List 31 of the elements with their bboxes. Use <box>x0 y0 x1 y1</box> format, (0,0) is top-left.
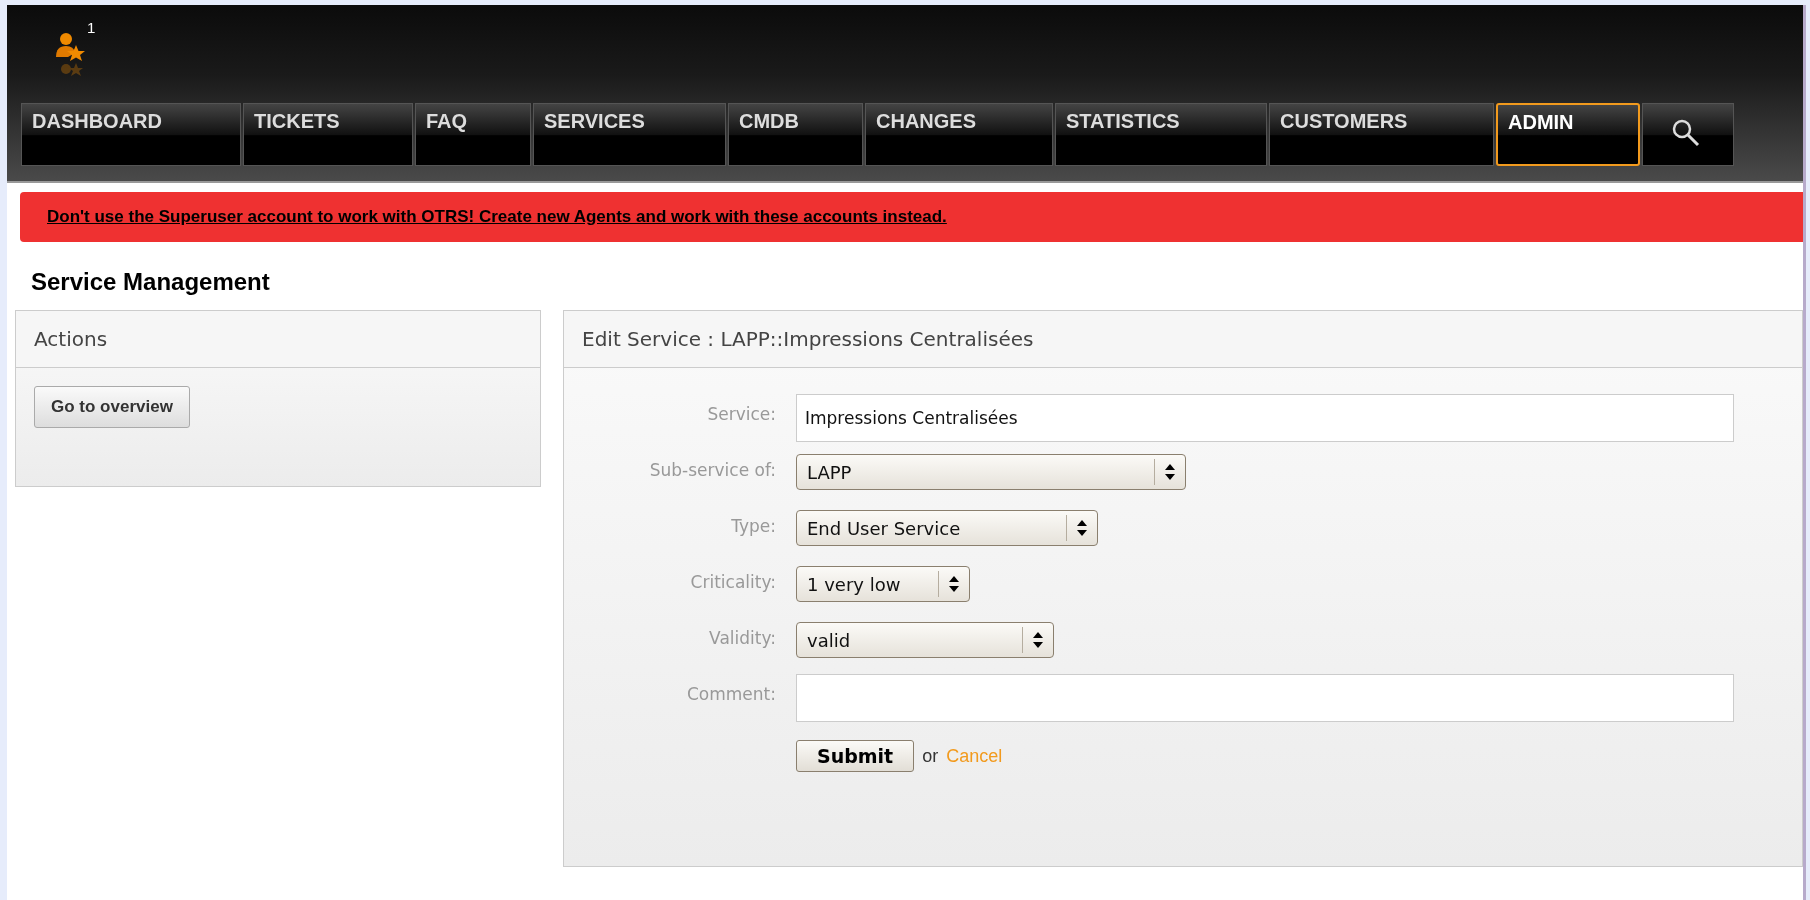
field-label: Sub-service of: <box>649 459 776 482</box>
nav-tab[interactable]: CUSTOMERS <box>1269 103 1494 166</box>
nav-tab[interactable]: CHANGES <box>865 103 1053 166</box>
field-label: Comment: <box>686 683 776 706</box>
overview-button[interactable]: Go to overview <box>34 386 190 428</box>
nav-tab[interactable]: DASHBOARD <box>21 103 241 166</box>
submit-button[interactable]: Submit <box>796 740 915 772</box>
warning-link[interactable]: Don't use the Superuser account to work with OTRS! Create new Agents and work with these accounts instead. <box>47 207 947 227</box>
field-label: Type: <box>731 515 776 538</box>
nav-tab[interactable]: FAQ <box>415 103 531 166</box>
panel-title: Edit Service : LAPP::Impressions Centralisées <box>564 311 1802 368</box>
or-text: or <box>922 745 939 767</box>
text-field[interactable] <box>796 674 1734 722</box>
nav-tab[interactable]: ADMIN <box>1496 103 1640 166</box>
field-label: Validity: <box>709 627 776 650</box>
nav-tab[interactable]: SERVICES <box>533 103 726 166</box>
search-icon <box>1671 118 1701 148</box>
nav-tab[interactable]: STATISTICS <box>1055 103 1267 166</box>
page-title: Service Management <box>31 268 271 296</box>
dropdown[interactable]: LAPP <box>796 454 1186 490</box>
field-label: Service: <box>707 403 776 426</box>
panel-title: Actions <box>16 311 540 368</box>
nav-tab[interactable]: CMDB <box>728 103 863 166</box>
field-label: Criticality: <box>690 571 776 594</box>
text-field[interactable]: Impressions Centralisées <box>796 394 1734 442</box>
dropdown[interactable]: End User Service <box>796 510 1098 546</box>
search-tab[interactable] <box>1642 103 1734 166</box>
dropdown[interactable]: 1 very low <box>796 566 970 602</box>
notification-count: 1 <box>87 19 96 36</box>
dropdown[interactable]: valid <box>796 622 1054 658</box>
nav-tab[interactable]: TICKETS <box>243 103 413 166</box>
